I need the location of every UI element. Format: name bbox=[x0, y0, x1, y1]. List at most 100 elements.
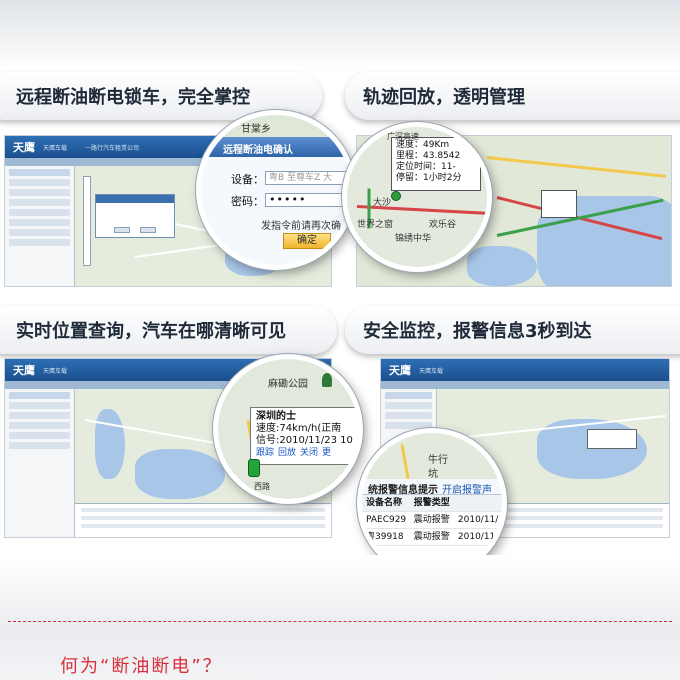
banner-track-playback-text: 轨迹回放，透明管理 bbox=[363, 87, 525, 108]
banner-security-alarm-text: 安全监控，报警信息3秒到达 bbox=[363, 321, 592, 342]
list-row[interactable] bbox=[81, 508, 325, 512]
password-label: 密码： bbox=[231, 195, 264, 208]
alarm-panel-title: 统报警信息提示 开启报警声 bbox=[362, 479, 502, 496]
place-label: 牛行 bbox=[428, 455, 448, 466]
sidebar-row[interactable] bbox=[9, 442, 70, 449]
magnifier-remote-lock: 甘棠乡 远程断油电确认 设备： 粤B 至尊车Z 大 密码： ••••• 发指令前… bbox=[196, 110, 356, 270]
place-label: 坑 bbox=[428, 469, 438, 480]
alarm-device: 粤39918 bbox=[366, 532, 404, 542]
alarm-table-header: 设备名称 报警类型 bbox=[362, 495, 502, 512]
alarm-device: PAEC929 bbox=[366, 515, 407, 525]
map-water bbox=[95, 409, 125, 479]
sidebar-row[interactable] bbox=[9, 422, 70, 429]
track-link[interactable]: 跟踪 bbox=[256, 448, 274, 458]
sidebar-row[interactable] bbox=[9, 209, 70, 216]
map-popup bbox=[587, 429, 637, 449]
header-type: 报警类型 bbox=[413, 498, 450, 508]
device-label: 设备： bbox=[231, 173, 264, 186]
track-loc-time: 定位时间：11- bbox=[396, 162, 456, 172]
header-device: 设备名称 bbox=[366, 498, 403, 508]
top-gradient bbox=[0, 0, 680, 70]
close-link[interactable]: 关闭 bbox=[300, 448, 318, 458]
password-field[interactable]: ••••• bbox=[265, 193, 351, 207]
alarm-row[interactable]: 粤39918 震动报警 2010/11 bbox=[362, 529, 502, 546]
mg4-map: 牛行 坑 bbox=[362, 433, 502, 485]
track-stay: 停留：1小时2分 bbox=[396, 173, 462, 183]
place-label: 大沙 bbox=[373, 198, 392, 208]
alarm-row[interactable]: PAEC929 震动报警 2010/11/ bbox=[362, 512, 502, 529]
small-dialog-titlebar bbox=[96, 195, 174, 203]
vehicle-speed: 速度:74km/h(正南 bbox=[256, 423, 342, 434]
banner-remote-lock-text: 远程断油断电锁车，完全掌控 bbox=[16, 87, 250, 108]
command-hint: 发指令前请再次确 bbox=[261, 221, 341, 232]
place-label: 世界之窗 bbox=[357, 220, 394, 230]
track-popup bbox=[541, 190, 577, 218]
alarm-type: 震动报警 bbox=[413, 515, 450, 525]
list-row[interactable] bbox=[81, 516, 325, 520]
alarm-time: 2010/11/ bbox=[457, 515, 499, 525]
map-highway bbox=[486, 156, 667, 178]
small-dialog-cancel[interactable] bbox=[140, 227, 156, 233]
sidebar-row[interactable] bbox=[9, 189, 70, 196]
car-icon[interactable] bbox=[248, 459, 260, 477]
area-label: 甘棠乡 bbox=[241, 124, 271, 135]
vehicle-plate: 深圳的士 bbox=[256, 411, 296, 422]
sidebar-row[interactable] bbox=[9, 219, 70, 226]
small-confirm-dialog bbox=[95, 194, 175, 238]
vehicle-actions: 跟踪 回放 关闭更 bbox=[256, 447, 358, 459]
ok-button[interactable]: 确定 bbox=[283, 233, 331, 249]
small-dialog-ok[interactable] bbox=[114, 227, 130, 233]
sidebar-row[interactable] bbox=[9, 199, 70, 206]
app-brand-sub: 天鹰车载 bbox=[43, 144, 68, 152]
vehicle-sidebar bbox=[5, 389, 75, 537]
app-brand: 天鹰 bbox=[389, 364, 411, 377]
sidebar-row[interactable] bbox=[385, 412, 432, 419]
sidebar-row[interactable] bbox=[9, 169, 70, 176]
sidebar-row[interactable] bbox=[9, 392, 70, 399]
vehicle-list bbox=[75, 503, 331, 537]
footer-question: 何为“断油断电”？ bbox=[60, 656, 223, 677]
confirm-dialog-title: 远程断油电确认 bbox=[201, 137, 351, 157]
place-label: 广深高速 bbox=[387, 132, 419, 141]
place-label: 锦绣中华 bbox=[395, 234, 432, 244]
confirm-dialog-body: 设备： 粤B 至尊车Z 大 密码： ••••• 发指令前请再次确 确定 bbox=[201, 157, 351, 265]
dashed-divider bbox=[8, 621, 672, 622]
sidebar-row[interactable] bbox=[9, 412, 70, 419]
alarm-table: 设备名称 报警类型 PAEC929 震动报警 2010/11/ 粤39918 震… bbox=[362, 495, 502, 546]
sidebar-row[interactable] bbox=[9, 229, 70, 236]
alarm-time: 2010/11 bbox=[457, 532, 496, 542]
more-link[interactable]: 更 bbox=[322, 448, 331, 458]
place-label: 欢乐谷 bbox=[429, 220, 457, 230]
device-field[interactable]: 粤B 至尊车Z 大 bbox=[265, 171, 351, 185]
playback-link[interactable]: 回放 bbox=[278, 448, 296, 458]
sidebar-row[interactable] bbox=[9, 239, 70, 246]
vehicle-sidebar bbox=[5, 166, 75, 286]
sidebar-row[interactable] bbox=[385, 402, 432, 409]
app-brand: 天鹰 bbox=[13, 364, 35, 377]
banner-realtime-location: 实时位置查询，汽车在哪清晰可见 bbox=[0, 306, 337, 354]
app-brand: 天鹰 bbox=[13, 141, 35, 154]
banner-realtime-location-text: 实时位置查询，汽车在哪清晰可见 bbox=[16, 321, 286, 342]
vehicle-marker-icon[interactable] bbox=[391, 191, 401, 201]
map-water bbox=[135, 449, 225, 499]
sidebar-row[interactable] bbox=[9, 432, 70, 439]
nav-strip bbox=[381, 381, 669, 389]
magnifier-realtime: 麻磡公园 深圳的士 速度:74km/h(正南 信号:2010/11/23 10 … bbox=[213, 354, 363, 504]
sidebar-row[interactable] bbox=[385, 392, 432, 399]
app-brand-sub: 天鹰车载 bbox=[43, 367, 68, 375]
app-brand-sub: 天鹰车载 bbox=[419, 367, 444, 375]
alarm-type: 震动报警 bbox=[413, 532, 450, 542]
road-label: 西路 bbox=[254, 482, 270, 491]
mg1-map-strip: 甘棠乡 bbox=[201, 115, 351, 137]
sidebar-row[interactable] bbox=[9, 402, 70, 409]
vehicle-info-card: 深圳的士 速度:74km/h(正南 信号:2010/11/23 10 跟踪 回放关… bbox=[250, 407, 358, 465]
mg3-map: 麻磡公园 深圳的士 速度:74km/h(正南 信号:2010/11/23 10 … bbox=[218, 359, 358, 499]
map-zoom-slider[interactable] bbox=[83, 176, 91, 266]
sidebar-row[interactable] bbox=[9, 179, 70, 186]
app-header: 天鹰 天鹰车载 bbox=[381, 359, 669, 381]
banner-track-playback: 轨迹回放，透明管理 bbox=[345, 72, 680, 120]
list-row[interactable] bbox=[81, 524, 325, 528]
vehicle-signal: 信号:2010/11/23 10 bbox=[256, 435, 353, 446]
park-tree-icon bbox=[322, 373, 332, 387]
header-time bbox=[458, 495, 502, 511]
